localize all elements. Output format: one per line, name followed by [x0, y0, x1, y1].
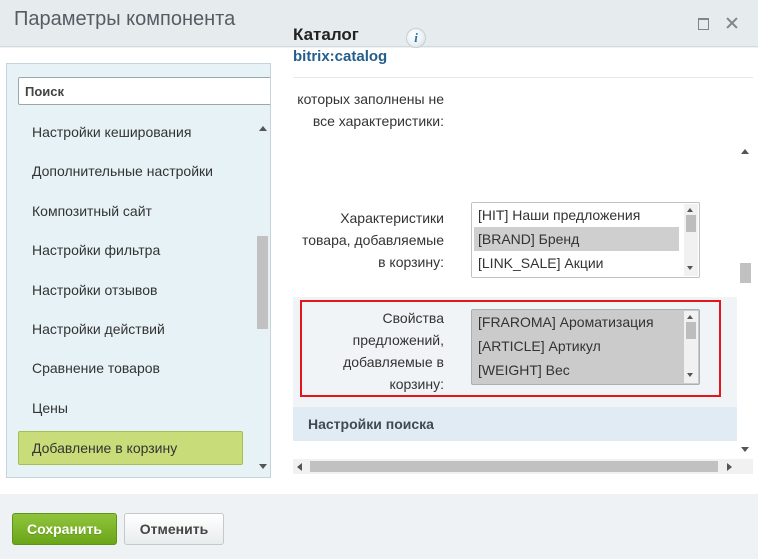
label-line: корзину:	[389, 376, 444, 392]
sidebar-item-add-to-basket[interactable]: Добавление в корзину	[18, 431, 243, 465]
label-line: в корзину:	[378, 254, 444, 270]
offer-props-listbox[interactable]: [FRAROMA] Ароматизация [ARTICLE] Артикул…	[471, 309, 700, 385]
cancel-button[interactable]: Отменить	[124, 513, 224, 545]
list-option[interactable]: [HIT] Наши предложения	[474, 203, 679, 227]
label-line: предложений,	[352, 332, 444, 348]
maximize-icon[interactable]	[696, 16, 710, 30]
list-option[interactable]: [BRAND] Бренд	[474, 227, 679, 251]
sidebar-item-reviews[interactable]: Настройки отзывов	[18, 273, 243, 307]
form-vertical-scrollbar[interactable]	[738, 144, 753, 459]
list-option[interactable]: [ARTICLE] Артикул	[474, 334, 679, 358]
label-line: товара, добавляемые	[301, 232, 444, 248]
sidebar-item-composite[interactable]: Композитный сайт	[18, 194, 243, 228]
label-line: все характеристики:	[312, 113, 444, 129]
section-header-search[interactable]: Настройки поиска	[293, 407, 737, 441]
field-label-offer-props: Свойства предложений, добавляемые в корз…	[293, 307, 444, 395]
sidebar-item-caching[interactable]: Настройки кеширования	[18, 115, 243, 149]
listbox-scrollbar[interactable]	[684, 311, 698, 383]
scroll-down-icon[interactable]	[741, 447, 749, 452]
scroll-left-icon[interactable]	[297, 463, 302, 471]
scrollbar-corner	[738, 459, 753, 474]
sidebar-item-actions[interactable]: Настройки действий	[18, 312, 243, 346]
scroll-down-icon[interactable]	[259, 464, 267, 469]
label-line: добавляемые в	[343, 354, 444, 370]
field-label-partial: которых заполнены не все характеристики:	[293, 95, 444, 132]
list-option[interactable]: [FRAROMA] Ароматизация	[474, 310, 679, 334]
scroll-right-icon[interactable]	[727, 463, 732, 471]
title-bar: Параметры компонента	[0, 0, 758, 47]
scroll-down-icon[interactable]	[687, 266, 693, 270]
scrollbar-thumb[interactable]	[686, 322, 696, 339]
sidebar-scrollbar[interactable]	[256, 115, 270, 475]
scroll-up-icon[interactable]	[687, 208, 693, 212]
info-icon[interactable]: i	[406, 28, 426, 48]
close-icon[interactable]	[725, 16, 739, 30]
scroll-down-icon[interactable]	[687, 373, 693, 377]
sidebar-item-filter[interactable]: Настройки фильтра	[18, 233, 243, 267]
list-option[interactable]: [LINK_SALE] Акции	[474, 251, 679, 275]
label-line: которых заполнены не	[297, 95, 444, 107]
component-title: Каталог	[293, 25, 359, 44]
listbox-scrollbar[interactable]	[684, 204, 698, 276]
scrollbar-thumb[interactable]	[310, 461, 718, 472]
scroll-up-icon[interactable]	[741, 149, 749, 154]
label-line: Характеристики	[340, 210, 444, 226]
sidebar-item-additional[interactable]: Дополнительные настройки	[18, 154, 243, 188]
scrollbar-thumb[interactable]	[257, 236, 268, 329]
sidebar-item-prices[interactable]: Цены	[18, 391, 243, 425]
offer-props-row: Свойства предложений, добавляемые в корз…	[293, 297, 737, 407]
sidebar: Настройки кеширования Дополнительные нас…	[6, 63, 271, 478]
settings-form: которых заполнены не все характеристики:…	[293, 95, 737, 411]
product-props-listbox[interactable]: [HIT] Наши предложения [BRAND] Бренд [LI…	[471, 202, 700, 278]
search-input[interactable]	[18, 77, 270, 105]
label-line: Свойства	[382, 310, 444, 326]
list-option[interactable]: [WEIGHT] Вес	[474, 358, 679, 382]
form-horizontal-scrollbar[interactable]	[293, 459, 738, 474]
sidebar-item-compare[interactable]: Сравнение товаров	[18, 351, 243, 385]
save-button[interactable]: Сохранить	[12, 513, 117, 545]
scroll-up-icon[interactable]	[687, 315, 693, 319]
window-title: Параметры компонента	[14, 8, 236, 30]
component-code: bitrix:catalog	[293, 48, 388, 65]
divider	[293, 77, 753, 78]
scrollbar-thumb[interactable]	[686, 215, 696, 232]
field-label-product-props: Характеристики товара, добавляемые в кор…	[293, 207, 444, 273]
dialog-footer: Сохранить Отменить	[0, 494, 758, 559]
scroll-up-icon[interactable]	[259, 126, 267, 131]
scrollbar-thumb[interactable]	[740, 263, 751, 283]
